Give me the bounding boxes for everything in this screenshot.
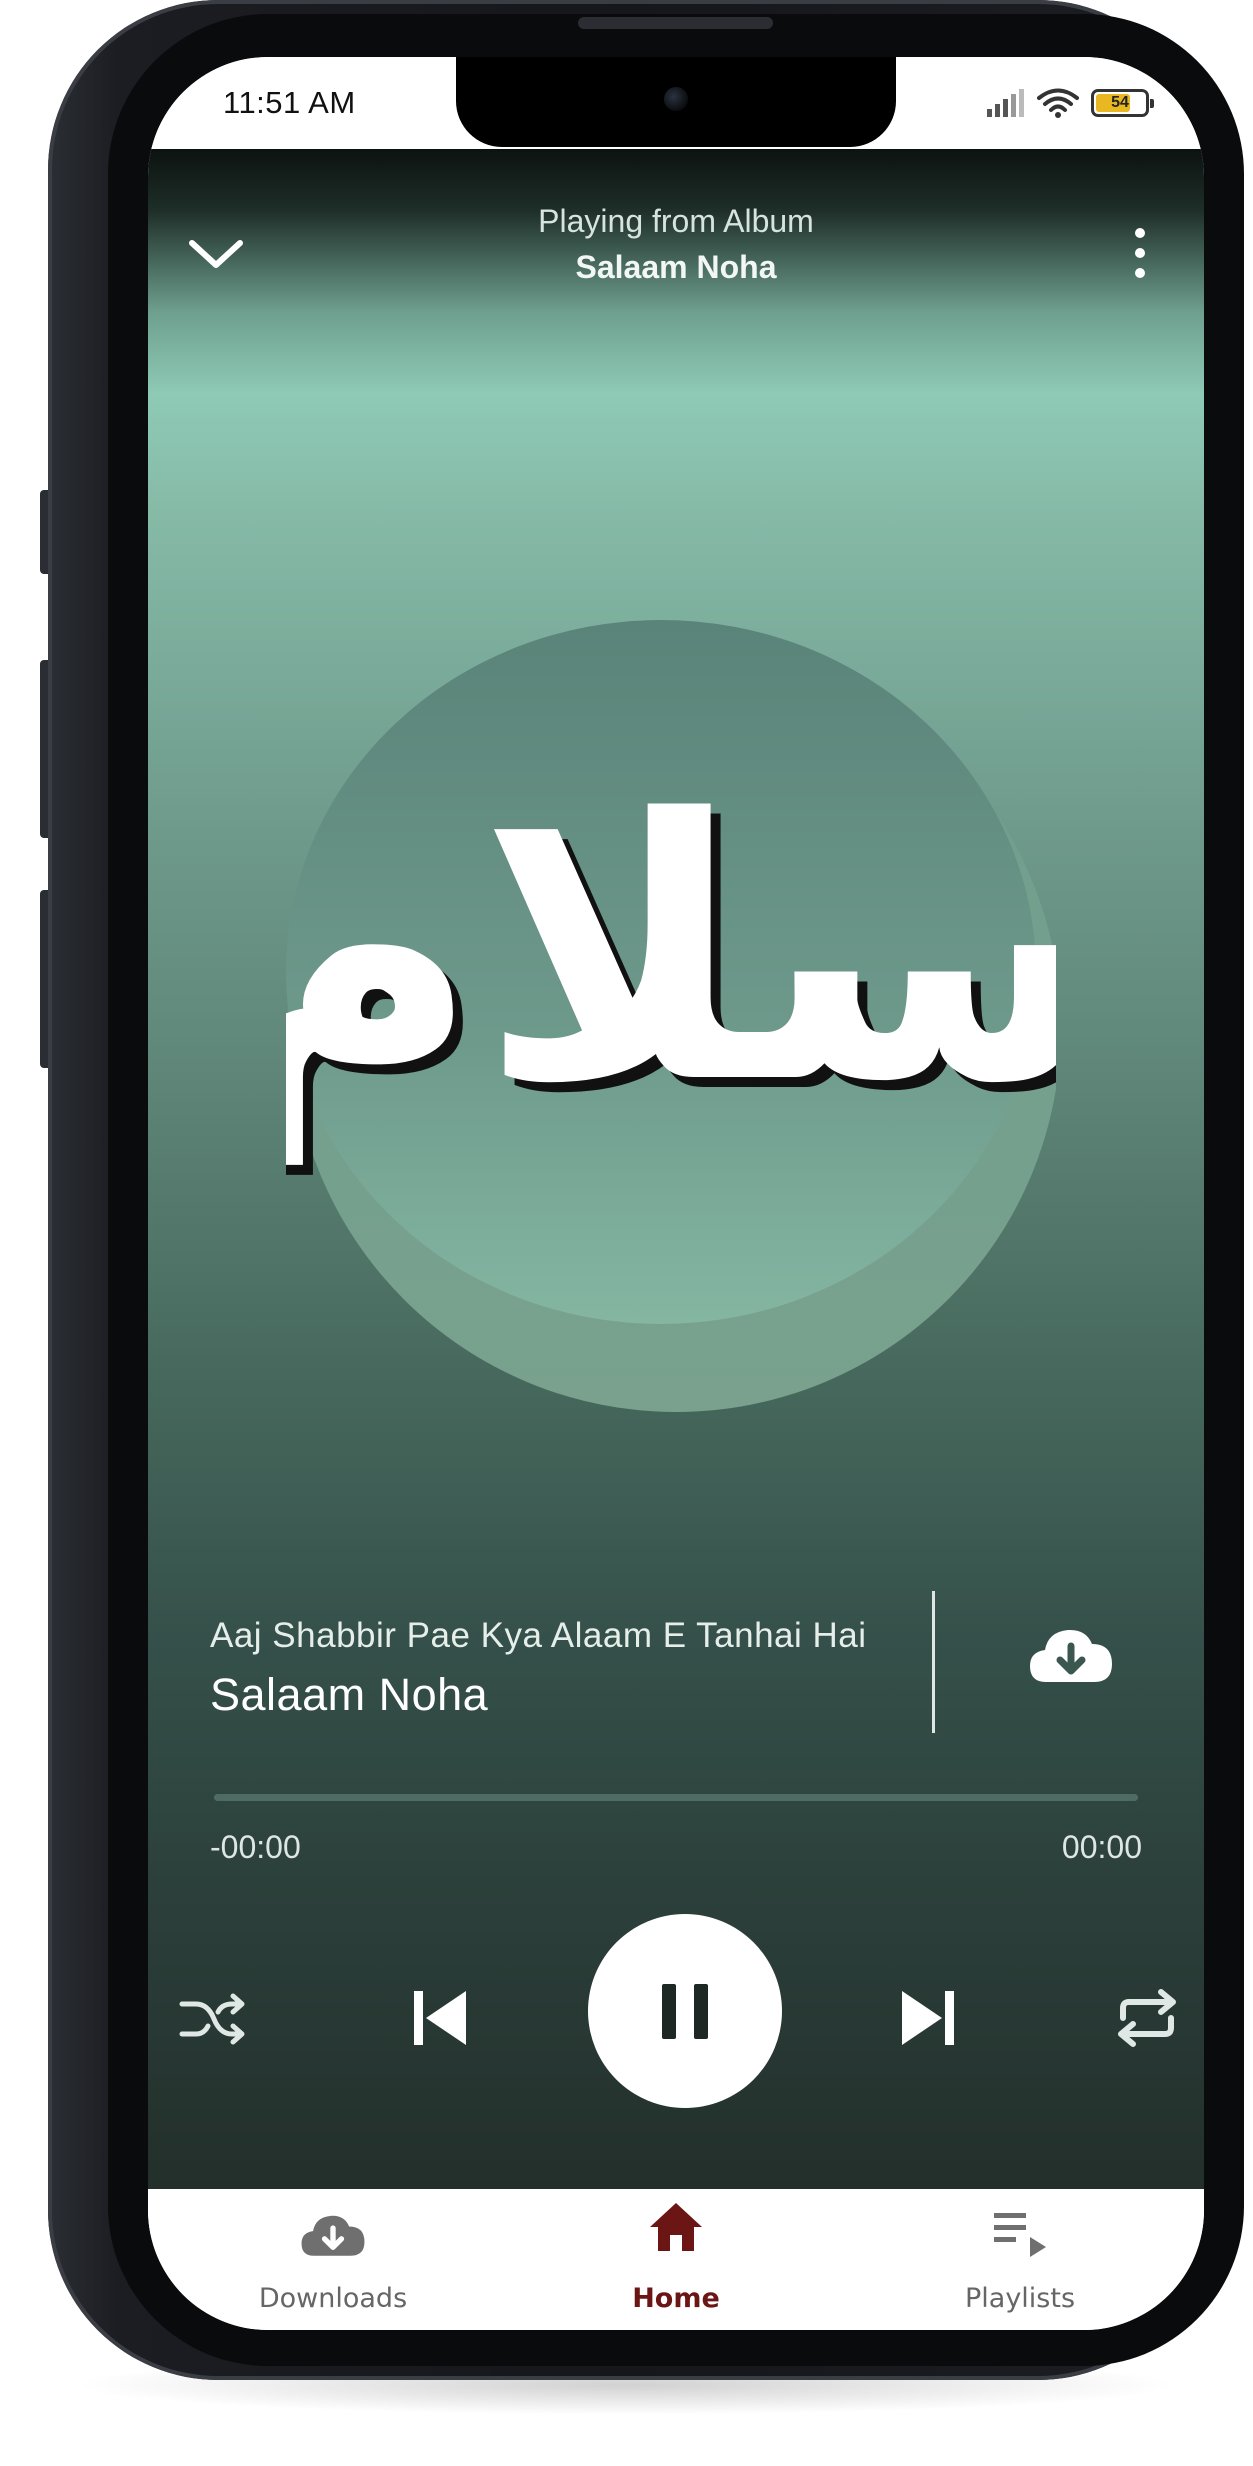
status-bar: 11:51 AM 54 (148, 57, 1204, 149)
bottom-navigation: Downloads Home Playlists (148, 2189, 1204, 2330)
pause-icon (662, 1984, 676, 2039)
seek-bar[interactable] (214, 1794, 1138, 1801)
signal-icon (987, 89, 1024, 117)
track-title: Salaam Noha (210, 1669, 489, 1720)
battery-level: 54 (1111, 94, 1129, 111)
album-title: Salaam Noha (575, 249, 777, 285)
home-icon (650, 2203, 702, 2251)
playing-from-label: Playing from Album (538, 203, 814, 239)
nav-item-downloads[interactable]: Downloads (203, 2189, 463, 2330)
wifi-icon (1037, 88, 1079, 118)
playlist-icon (994, 2213, 1046, 2257)
cloud-download-icon[interactable] (1028, 1624, 1114, 1686)
shuffle-icon[interactable] (178, 1984, 248, 2054)
more-options-icon[interactable] (1128, 223, 1152, 283)
nav-item-playlists[interactable]: Playlists (890, 2189, 1150, 2330)
battery-icon: 54 (1091, 89, 1154, 117)
nav-item-home[interactable]: Home (546, 2189, 806, 2330)
repeat-icon[interactable] (1113, 1984, 1181, 2052)
album-artwork: سلام سلام (286, 620, 1056, 1412)
nav-label-playlists: Playlists (964, 2283, 1076, 2314)
track-subtitle: Aaj Shabbir Pae Kya Alaam E Tanhai Hai (210, 1616, 867, 1655)
calligraphy-text: سلام (286, 743, 1056, 1167)
status-time: 11:51 AM (223, 85, 356, 120)
track-divider (932, 1591, 935, 1733)
earpiece-speaker (578, 17, 773, 29)
front-camera (664, 87, 688, 111)
pause-icon-bar (694, 1984, 708, 2039)
nav-label-downloads: Downloads (258, 2283, 408, 2314)
notch (456, 57, 896, 147)
nav-label-home: Home (632, 2283, 720, 2314)
total-duration: 00:00 (1061, 1829, 1142, 1865)
play-pause-button[interactable] (588, 1914, 782, 2108)
status-icons: 54 (985, 87, 1154, 119)
elapsed-time: -00:00 (210, 1829, 301, 1865)
cloud-download-icon (301, 2215, 365, 2256)
skip-previous-icon[interactable] (410, 1987, 470, 2049)
skip-next-icon[interactable] (898, 1987, 958, 2049)
phone-frame: 11:51 AM 54 Playing from Album Salaam No… (48, 0, 1244, 2380)
phone-screen: 11:51 AM 54 Playing from Album Salaam No… (148, 57, 1204, 2330)
now-playing-screen: Playing from Album Salaam Noha سلام سلام… (148, 149, 1204, 2189)
